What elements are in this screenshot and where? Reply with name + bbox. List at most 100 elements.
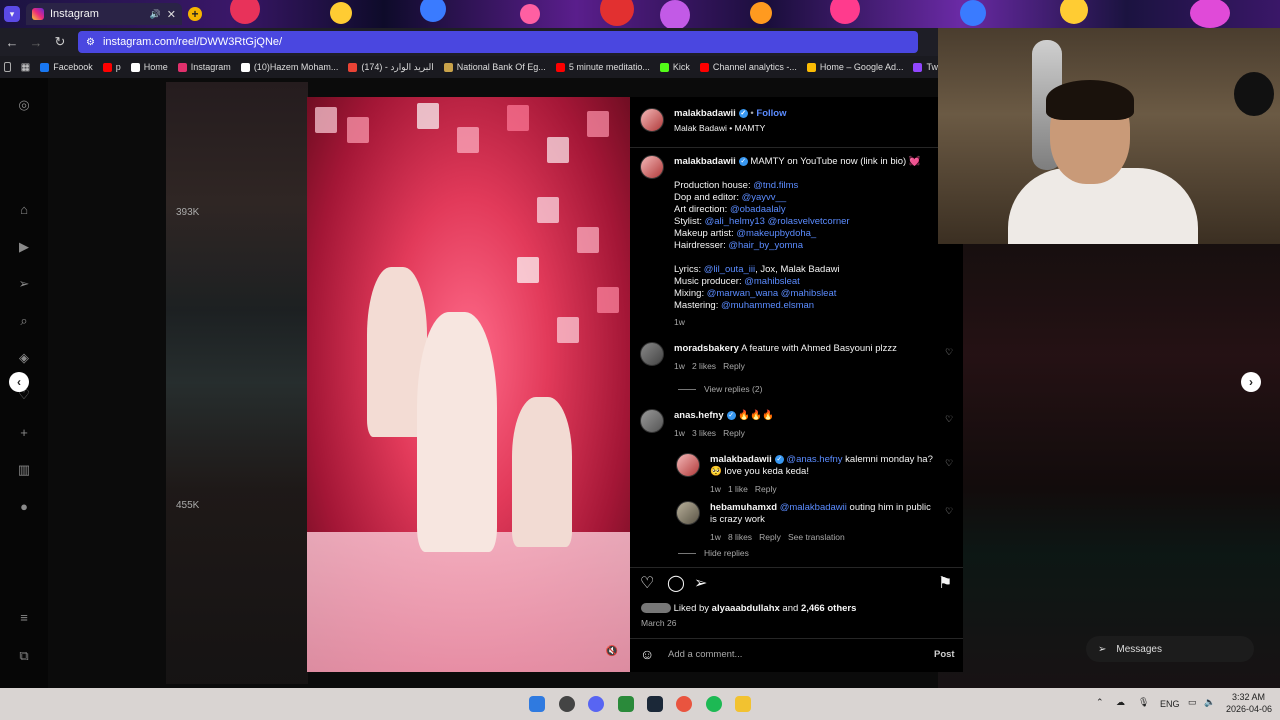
credit-mention-link[interactable]: @yayvv__ — [742, 192, 787, 203]
spotify-icon[interactable] — [706, 696, 722, 712]
create-icon[interactable]: + — [16, 425, 32, 441]
bookmark-item[interactable]: Instagram — [177, 62, 231, 72]
close-tab-icon[interactable]: ✕ — [167, 8, 176, 21]
obs-icon[interactable] — [559, 696, 575, 712]
discord-icon[interactable] — [588, 696, 604, 712]
reply-user[interactable]: hebamuhamxd — [710, 502, 777, 513]
network-icon[interactable]: ☁ — [1116, 697, 1125, 708]
like-comment-icon[interactable]: ♡ — [945, 347, 953, 358]
post-comment-button[interactable]: Post — [934, 649, 955, 661]
also-from-meta-icon[interactable]: ⧉ — [16, 648, 32, 664]
post-subtitle[interactable]: Malak Badawi • MAMTY — [674, 122, 765, 134]
clock-time[interactable]: 3:32 AM — [1232, 692, 1265, 702]
previous-reel-button[interactable]: ‹ — [9, 372, 29, 392]
bookmark-item[interactable]: 5 minute meditatio... — [555, 62, 650, 72]
file-explorer-icon[interactable] — [735, 696, 751, 712]
credit-mention-link[interactable]: @hair_by_yomna — [728, 240, 803, 251]
reload-icon[interactable]: ↻ — [48, 34, 72, 50]
comment-input[interactable]: Add a comment... — [668, 649, 742, 661]
bookmark-item[interactable]: Home — [130, 62, 168, 72]
url-field[interactable]: ⚙ instagram.com/reel/DWW3RtGjQNe/ — [78, 31, 918, 53]
reply-button[interactable]: Reply — [723, 428, 745, 438]
new-tab-button[interactable]: + — [188, 7, 202, 21]
volume-icon[interactable]: 🔈 — [1204, 697, 1215, 708]
start-button-icon[interactable] — [529, 696, 545, 712]
reply-likes[interactable]: 1 like — [728, 484, 748, 494]
view-replies-button[interactable]: View replies (2) — [678, 383, 762, 395]
apps-grid-icon[interactable]: ▦ — [21, 62, 30, 73]
like-icon[interactable]: ♡ — [640, 573, 654, 593]
comment-likes[interactable]: 2 likes — [692, 361, 716, 371]
language-indicator[interactable]: ENG — [1160, 699, 1180, 709]
credit-mention-link[interactable]: @mahibsleat — [744, 276, 800, 287]
tray-overflow-icon[interactable]: ⌃ — [1096, 697, 1104, 708]
search-icon[interactable]: ⌕ — [16, 313, 32, 329]
bookmark-item[interactable]: p — [102, 62, 121, 72]
reply-button[interactable]: Reply — [755, 484, 777, 494]
bookmark-item[interactable]: National Bank Of Eg... — [443, 62, 546, 72]
bookmark-item[interactable]: Home – Google Ad... — [806, 62, 903, 72]
reel-video[interactable]: 🔇 — [307, 97, 630, 672]
bookmark-item[interactable]: (174) - البريد الوارد — [348, 62, 434, 73]
mute-icon[interactable]: 🔇 — [604, 646, 620, 662]
like-reply-icon[interactable]: ♡ — [945, 458, 953, 469]
comment-avatar[interactable] — [640, 342, 664, 366]
instagram-logo-icon[interactable]: ◎ — [16, 97, 32, 113]
caption-author[interactable]: malakbadawii — [674, 156, 736, 167]
like-reply-icon[interactable]: ♡ — [945, 506, 953, 517]
reels-icon[interactable]: ▶ — [16, 239, 32, 255]
browser-icon[interactable] — [676, 696, 692, 712]
app-icon[interactable] — [618, 696, 634, 712]
profile-avatar-icon[interactable]: ● — [16, 499, 32, 515]
like-comment-icon[interactable]: ♡ — [945, 414, 953, 425]
hide-replies-button[interactable]: Hide replies — [678, 547, 749, 559]
post-author-name[interactable]: malakbadawii — [674, 108, 736, 119]
bookmark-item[interactable]: Facebook — [40, 62, 93, 72]
credit-mention-link[interactable]: @muhammed.elsman — [721, 300, 814, 311]
wifi-icon[interactable]: ▭ — [1188, 697, 1197, 708]
credit-mention-link[interactable]: @ali_helmy13 @rolasvelvetcorner — [705, 216, 850, 227]
home-icon[interactable]: ⌂ — [16, 202, 32, 218]
browser-menu-button[interactable]: ▾ — [4, 6, 20, 22]
direct-messages-icon[interactable]: ➢ — [16, 276, 32, 292]
bookmark-item[interactable]: Channel analytics -... — [699, 62, 797, 72]
save-icon[interactable]: ⚑ — [938, 573, 952, 593]
comment-user[interactable]: anas.hefny — [674, 410, 724, 421]
comment-user[interactable]: moradsbakery — [674, 343, 739, 354]
bookmark-item[interactable]: Kick — [659, 62, 690, 72]
steam-icon[interactable] — [647, 696, 663, 712]
sidebar-toggle-icon[interactable] — [4, 62, 11, 72]
credit-mention-link[interactable]: @makeupbydoha_ — [736, 228, 816, 239]
reply-avatar[interactable] — [676, 453, 700, 477]
back-icon[interactable]: ← — [0, 35, 24, 50]
reply-avatar[interactable] — [676, 501, 700, 525]
credit-mention-link[interactable]: @marwan_wana @mahibsleat — [707, 288, 837, 299]
share-icon[interactable]: ➢ — [694, 573, 707, 593]
reply-mention[interactable]: @anas.hefny — [786, 454, 842, 465]
explore-icon[interactable]: ◈ — [16, 350, 32, 366]
reply-button[interactable]: Reply — [759, 532, 781, 542]
liked-by-others[interactable]: 2,466 others — [801, 603, 856, 614]
more-menu-icon[interactable]: ≡ — [16, 610, 32, 626]
see-translation-button[interactable]: See translation — [788, 532, 845, 542]
bookmark-item[interactable]: (10)Hazem Moham... — [240, 62, 338, 72]
speaker-icon[interactable]: 🔊 — [150, 9, 161, 20]
bookmark-item[interactable]: Tw — [913, 62, 938, 72]
liked-by-user[interactable]: alyaaabdullahx — [712, 603, 780, 614]
next-reel-button[interactable]: › — [1241, 372, 1261, 392]
credit-mention-link[interactable]: @tnd.films — [753, 180, 798, 191]
reply-mention[interactable]: @malakbadawii — [780, 502, 847, 513]
messages-button[interactable]: ➢ Messages — [1086, 636, 1254, 662]
reply-likes[interactable]: 8 likes — [728, 532, 752, 542]
microphone-icon[interactable]: 🎙 — [1138, 697, 1149, 708]
browser-tab-instagram[interactable]: Instagram 🔊 ✕ — [26, 3, 182, 25]
credit-mention-link[interactable]: @lil_outa_iii — [704, 264, 755, 275]
author-avatar[interactable] — [640, 108, 664, 132]
comment-likes[interactable]: 3 likes — [692, 428, 716, 438]
reply-user[interactable]: malakbadawii — [710, 454, 772, 465]
comment-icon[interactable]: ◯ — [667, 573, 685, 593]
forward-icon[interactable]: → — [24, 35, 48, 50]
credit-mention-link[interactable]: @obadaalaly — [730, 204, 786, 215]
site-settings-icon[interactable]: ⚙ — [86, 37, 95, 48]
emoji-icon[interactable]: ☺ — [640, 646, 654, 662]
